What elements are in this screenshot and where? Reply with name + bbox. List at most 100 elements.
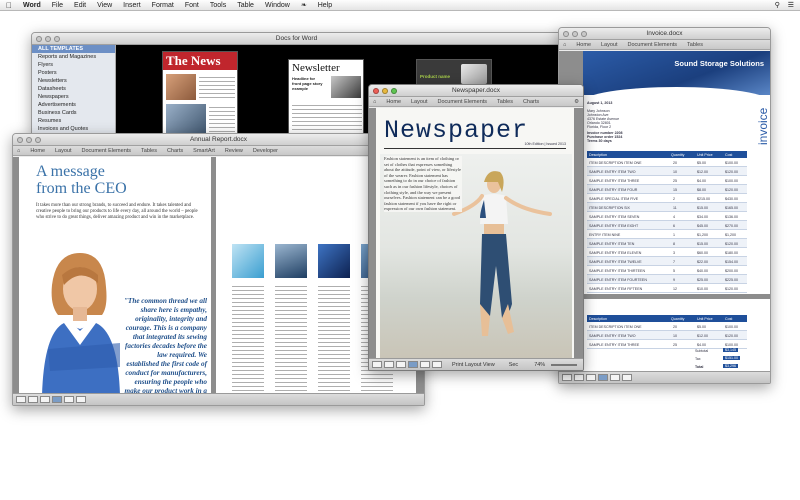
category-resumes[interactable]: Resumes [32,117,115,125]
outline-view-button[interactable] [384,361,394,368]
draft-view-button[interactable] [562,374,572,381]
row-description: SAMPLE ENTRY ITEM SEVEN [589,214,640,219]
zoom-button[interactable] [581,31,587,37]
publishing-view-button[interactable] [40,396,50,403]
minimize-button[interactable] [26,137,32,143]
row-quantity: 6 [673,223,675,228]
script-menu-icon[interactable]: ❧ [301,0,307,11]
tab-home[interactable]: Home [30,148,45,154]
apple-icon[interactable]:  [6,1,14,10]
close-button[interactable] [563,31,569,37]
row-unit-price: $5.00 [697,324,706,329]
template-thumb-newsletter[interactable]: Newsletter Headline for front page story… [288,59,364,135]
home-icon[interactable]: ⌂ [563,42,566,48]
category-datasheets[interactable]: Datasheets [32,85,115,93]
article-image [232,244,264,278]
totals-block: Subtotal $3,145 Tax $151.00 Total $3,296 [695,347,747,371]
zoom-button[interactable] [54,36,60,42]
document-canvas: A message from the CEO It takes more tha… [13,157,424,395]
zoom-slider[interactable] [551,363,578,366]
tab-charts[interactable]: Charts [523,99,539,105]
focus-view-button[interactable] [432,361,442,368]
status-bar [13,393,424,405]
category-advertisements[interactable]: Advertisements [32,101,115,109]
outline-view-button[interactable] [28,396,38,403]
tab-home[interactable]: Home [386,99,401,105]
focus-view-button[interactable] [622,374,632,381]
window-controls [36,36,60,42]
print-layout-view-button[interactable] [598,374,608,381]
tab-document-elements[interactable]: Document Elements [82,148,132,154]
close-button[interactable] [36,36,42,42]
home-icon[interactable]: ⌂ [373,99,376,105]
tab-layout[interactable]: Layout [601,42,618,48]
tab-charts[interactable]: Charts [167,148,183,154]
row-unit-price: $40.00 [697,268,708,273]
category-posters[interactable]: Posters [32,69,115,77]
tab-tables[interactable]: Tables [141,148,157,154]
home-icon[interactable]: ⌂ [17,148,20,154]
minimize-button[interactable] [45,36,51,42]
tab-document-elements[interactable]: Document Elements [628,42,678,48]
close-button[interactable] [17,137,23,143]
minimize-button[interactable] [382,88,388,94]
outline-view-button[interactable] [574,374,584,381]
thumb-photo [166,104,206,134]
article-image [318,244,350,278]
template-thumb-the-news[interactable]: The News [162,51,238,135]
menu-file[interactable]: File [52,0,63,11]
tab-layout[interactable]: Layout [411,99,428,105]
zoom-button[interactable] [391,88,397,94]
menu-edit[interactable]: Edit [74,0,86,11]
minimize-button[interactable] [572,31,578,37]
category-invoices[interactable]: Invoices and Quotes [32,125,115,133]
menu-help[interactable]: Help [318,0,332,11]
notebook-view-button[interactable] [610,374,620,381]
ribbon-tabs: ⌂ Home Layout Document Elements Tables [559,40,770,50]
menu-word[interactable]: Word [23,0,41,11]
category-reports[interactable]: Reports and Magazines [32,53,115,61]
tab-tables[interactable]: Tables [687,42,703,48]
tab-document-elements[interactable]: Document Elements [438,99,488,105]
tab-developer[interactable]: Developer [253,148,278,154]
notebook-view-button[interactable] [420,361,430,368]
tab-smartart[interactable]: SmartArt [193,148,215,154]
tab-home[interactable]: Home [576,42,591,48]
column-header: Unit Price [697,152,713,157]
menu-table[interactable]: Table [237,0,254,11]
row-description: SAMPLE ENTRY ITEM FOUR [589,187,638,192]
draft-view-button[interactable] [16,396,26,403]
spotlight-icon[interactable]: ⚲ [775,0,780,11]
row-cost: $120.00 [725,241,738,246]
gear-icon[interactable]: ⚙ [574,99,579,105]
menu-insert[interactable]: Insert [123,0,141,11]
menu-view[interactable]: View [97,0,112,11]
notebook-view-button[interactable] [64,396,74,403]
print-layout-view-button[interactable] [408,361,418,368]
row-unit-price: $15.00 [697,205,708,210]
category-all-templates[interactable]: ALL TEMPLATES [32,45,115,53]
category-flyers[interactable]: Flyers [32,61,115,69]
category-newsletters[interactable]: Newsletters [32,77,115,85]
menu-window[interactable]: Window [265,0,290,11]
category-business-cards[interactable]: Business Cards [32,109,115,117]
menu-format[interactable]: Format [152,0,174,11]
zoom-level[interactable]: 74% [534,362,545,368]
print-layout-view-button[interactable] [52,396,62,403]
window-controls [17,137,41,143]
focus-view-button[interactable] [76,396,86,403]
menu-font[interactable]: Font [185,0,199,11]
category-newspapers[interactable]: Newspapers [32,93,115,101]
publishing-view-button[interactable] [396,361,406,368]
close-button[interactable] [373,88,379,94]
notification-list-icon[interactable]: ☰ [788,0,794,11]
tab-layout[interactable]: Layout [55,148,72,154]
publishing-view-button[interactable] [586,374,596,381]
invoice-page-1: Sound Storage Solutions invoice August 1… [583,51,770,294]
column-header: Quantity [671,152,685,157]
zoom-button[interactable] [35,137,41,143]
menu-tools[interactable]: Tools [210,0,226,11]
tab-review[interactable]: Review [225,148,243,154]
tab-tables[interactable]: Tables [497,99,513,105]
draft-view-button[interactable] [372,361,382,368]
